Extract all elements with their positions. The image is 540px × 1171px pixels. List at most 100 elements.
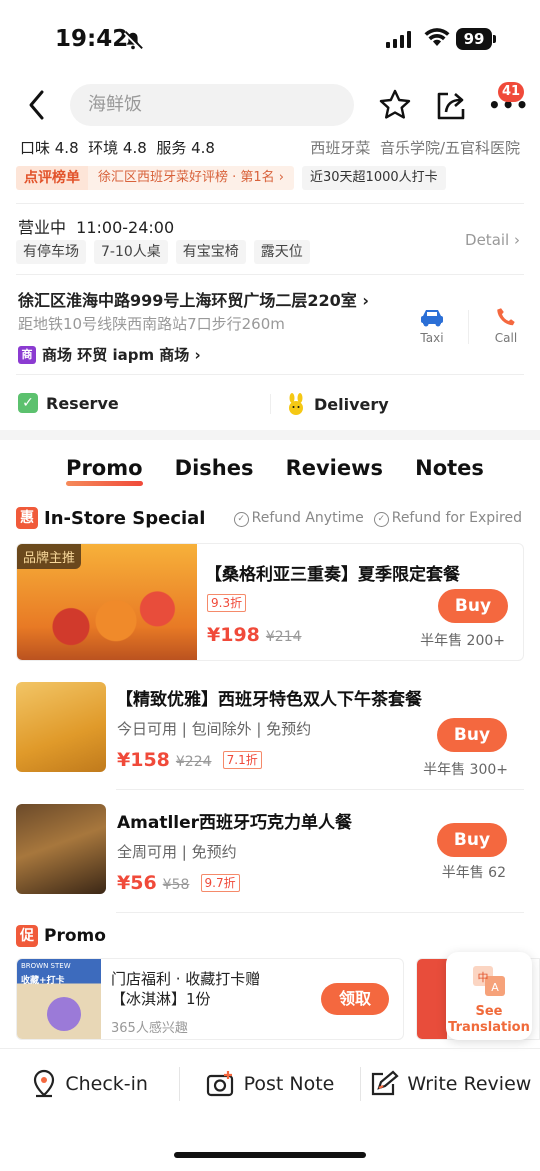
bell-muted-icon <box>123 31 143 51</box>
facility-tags: 有停车场 7-10人桌 有宝宝椅 露天位 <box>16 240 310 264</box>
deal-title: 【精致优雅】西班牙特色双人下午茶套餐 <box>116 690 422 710</box>
ranking-detail: 徐汇区西班牙菜好评榜 · 第1名 › <box>88 166 294 190</box>
rating-scores: 口味 4.8 环境 4.8 服务 4.8 <box>20 139 215 157</box>
refund-expired: Refund for Expired <box>374 510 522 527</box>
instore-header: 惠 In-Store Special <box>16 507 205 529</box>
divider <box>16 274 524 275</box>
instore-title: In-Store Special <box>44 507 206 529</box>
discount-icon: 惠 <box>16 507 38 529</box>
deal-card[interactable]: 品牌主推 【桑格利亚三重奏】夏季限定套餐 9.3折 ¥198 ¥214 Buy 半… <box>16 543 524 661</box>
battery-tip <box>493 35 496 43</box>
sold-count: 半年售 62 <box>441 865 506 881</box>
mall-link[interactable]: 商 商场 环贸 iapm 商场 › <box>18 344 201 365</box>
taxi-button[interactable]: Taxi <box>414 306 450 345</box>
write-review-label: Write Review <box>407 1072 532 1095</box>
section-gap <box>0 430 540 440</box>
business-hours: 营业中 11:00-24:00 <box>18 218 175 237</box>
deal-card[interactable]: 【精致优雅】西班牙特色双人下午茶套餐 今日可用 | 包间除外 | 免预约 ¥15… <box>16 682 524 790</box>
location-pin-icon <box>34 1069 55 1097</box>
ranking-bar[interactable]: 点评榜单 徐汇区西班牙菜好评榜 · 第1名 › 近30天超1000人打卡 <box>16 166 446 190</box>
edit-icon <box>372 1070 399 1095</box>
ranking-label: 点评榜单 <box>16 166 88 190</box>
search-input[interactable]: 海鲜饭 <box>70 84 354 126</box>
refund-policy: Refund Anytime Refund for Expired <box>234 510 522 527</box>
coupon-image-text: 收藏+打卡 <box>21 976 65 986</box>
divider <box>116 912 524 913</box>
coupon-image-brand: BROWN STEW <box>21 962 71 970</box>
coupon-interest: 365人感兴趣 <box>111 1021 188 1036</box>
phone-icon <box>497 308 515 326</box>
reserve-label: Reserve <box>46 393 119 413</box>
divider <box>116 789 524 790</box>
deal-price-row: ¥198 ¥214 <box>207 624 302 646</box>
divider <box>16 203 524 204</box>
deal-image <box>16 804 106 894</box>
svg-text:A: A <box>491 981 499 994</box>
tab-bar: Promo Dishes Reviews Notes <box>0 456 540 486</box>
facility-tag: 有宝宝椅 <box>175 240 246 264</box>
wifi-icon <box>424 28 450 46</box>
reserve-button[interactable]: ✓ Reserve <box>18 393 119 413</box>
deal-old-price: ¥214 <box>265 629 302 645</box>
discount-badge: 9.3折 <box>207 594 247 612</box>
deal-title: 【桑格利亚三重奏】夏季限定套餐 <box>205 565 460 585</box>
promo-header: 促 Promo <box>16 925 106 947</box>
checkin-button[interactable]: Check-in <box>0 1069 179 1099</box>
write-review-button[interactable]: Write Review <box>361 1070 540 1098</box>
detail-link[interactable]: Detail › <box>465 231 520 249</box>
deal-price-row: ¥56 ¥58 9.7折 <box>117 872 240 894</box>
mall-label: 商场 环贸 iapm 商场 › <box>42 346 201 364</box>
tab-promo[interactable]: Promo <box>66 456 144 486</box>
mall-icon: 商 <box>18 345 36 364</box>
tab-notes[interactable]: Notes <box>415 456 484 480</box>
deal-image <box>16 682 106 772</box>
refund-anytime: Refund Anytime <box>234 510 364 527</box>
discount-badge: 9.7折 <box>200 874 240 892</box>
facility-tag: 有停车场 <box>16 240 86 264</box>
tab-reviews[interactable]: Reviews <box>286 456 383 480</box>
brand-badge: 品牌主推 <box>17 544 82 569</box>
translate-icon: 中A <box>473 966 505 996</box>
back-icon[interactable] <box>24 88 52 122</box>
battery-icon: 99 <box>456 28 492 50</box>
deal-old-price: ¥224 <box>175 754 212 770</box>
deal-terms: 今日可用 | 包间除外 | 免预约 <box>117 720 312 738</box>
promo-icon: 促 <box>16 925 38 947</box>
address[interactable]: 徐汇区淮海中路999号上海环贸广场二层220室 › <box>18 287 369 311</box>
see-translation-button[interactable]: 中A See Translation <box>446 952 532 1040</box>
check-icon: ✓ <box>18 393 38 413</box>
deal-price: ¥56 <box>117 872 157 894</box>
svg-text:中: 中 <box>478 971 489 984</box>
cuisine-area[interactable]: 西班牙菜 音乐学院/五官科医院 <box>310 137 520 158</box>
claim-button[interactable]: 领取 <box>321 983 389 1015</box>
deal-price-row: ¥158 ¥224 7.1折 <box>117 749 262 771</box>
call-button[interactable]: Call <box>490 306 522 345</box>
coupon-card[interactable]: BROWN STEW 收藏+打卡 门店福利 · 收藏打卡赠 【冰淇淋】1份 36… <box>16 958 404 1040</box>
deal-price: ¥198 <box>207 624 260 646</box>
notification-badge: 41 <box>498 82 524 102</box>
taxi-label: Taxi <box>420 331 444 345</box>
coupon-image: BROWN STEW 收藏+打卡 <box>17 959 101 1039</box>
call-label: Call <box>494 331 518 345</box>
camera-icon <box>206 1070 233 1096</box>
discount-badge: 7.1折 <box>222 751 262 769</box>
deal-card[interactable]: Amatller西班牙巧克力单人餐 全周可用 | 免预约 ¥56 ¥58 9.7折… <box>16 804 524 904</box>
star-icon[interactable] <box>378 88 412 122</box>
share-icon[interactable] <box>434 88 468 122</box>
post-note-button[interactable]: Post Note <box>180 1070 359 1098</box>
ice-cream-icon <box>47 997 81 1031</box>
deal-image: 品牌主推 <box>17 544 197 660</box>
deal-terms: 全周可用 | 免预约 <box>117 843 237 861</box>
coupon-title: 门店福利 · 收藏打卡赠 【冰淇淋】1份 <box>111 970 261 1008</box>
buy-button[interactable]: Buy <box>437 823 507 857</box>
buy-button[interactable]: Buy <box>438 589 508 623</box>
tab-dishes[interactable]: Dishes <box>175 456 254 480</box>
post-note-label: Post Note <box>243 1072 335 1095</box>
divider <box>270 394 271 414</box>
delivery-button[interactable]: Delivery <box>286 393 389 415</box>
see-translation-label: See Translation <box>448 1004 530 1035</box>
bunny-icon <box>289 393 303 415</box>
divider <box>468 310 469 344</box>
signal-icon <box>386 30 411 48</box>
buy-button[interactable]: Buy <box>437 718 507 752</box>
